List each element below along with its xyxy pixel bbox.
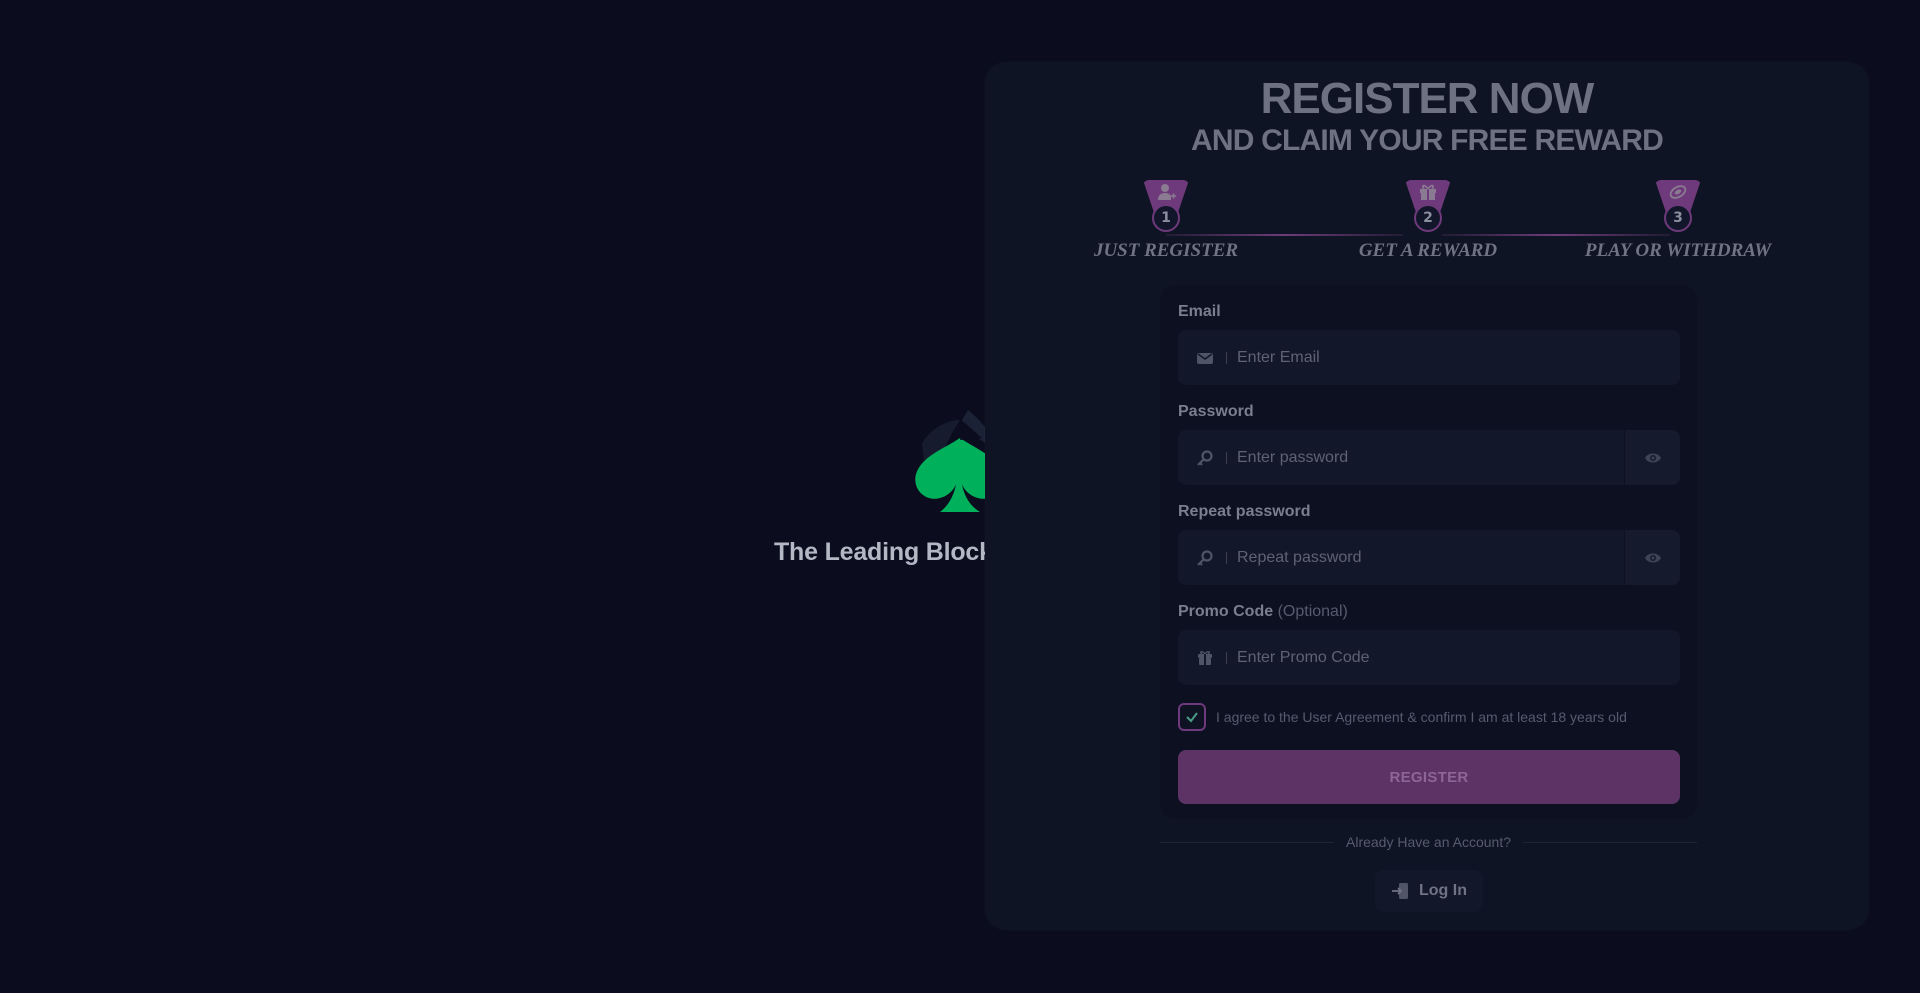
show-repeat-password-button[interactable] bbox=[1624, 530, 1680, 585]
login-door-icon bbox=[1392, 883, 1408, 899]
login-divider: Already Have an Account? bbox=[1160, 832, 1697, 852]
key-icon bbox=[1197, 449, 1213, 466]
user-add-icon bbox=[1158, 184, 1176, 200]
step-badge: 3 bbox=[1655, 180, 1701, 232]
password-label: Password bbox=[1178, 403, 1254, 420]
email-input[interactable] bbox=[1237, 330, 1680, 385]
login-label: Log In bbox=[1419, 882, 1467, 899]
key-icon bbox=[1197, 549, 1213, 566]
step-withdraw: 3 PLAY OR WITHDRAW bbox=[1558, 180, 1798, 262]
reward-steps: 1 JUST REGISTER 2 GET A REWARD 3 PLAY OR… bbox=[985, 180, 1869, 270]
envelope-icon bbox=[1197, 352, 1213, 364]
modal-subtitle: AND CLAIM YOUR FREE REWARD bbox=[1191, 124, 1664, 157]
promo-optional-text: (Optional) bbox=[1277, 603, 1348, 620]
step-label: GET A REWARD bbox=[1358, 240, 1498, 261]
step-number: 3 bbox=[1664, 204, 1692, 232]
register-modal: REGISTER NOW AND CLAIM YOUR FREE REWARD … bbox=[985, 62, 1869, 930]
step-reward: 2 GET A REWARD bbox=[1308, 180, 1548, 262]
repeat-password-input[interactable] bbox=[1237, 530, 1624, 585]
agree-checkbox[interactable] bbox=[1178, 703, 1206, 731]
step-number: 1 bbox=[1152, 204, 1180, 232]
step-number: 2 bbox=[1414, 204, 1442, 232]
step-badge: 2 bbox=[1405, 180, 1451, 232]
promo-input[interactable] bbox=[1237, 630, 1680, 685]
register-button[interactable]: REGISTER bbox=[1178, 750, 1680, 804]
promo-label-text: Promo Code bbox=[1178, 603, 1274, 620]
email-field[interactable] bbox=[1178, 330, 1680, 385]
step-badge: 1 bbox=[1143, 180, 1189, 232]
promo-field[interactable] bbox=[1178, 630, 1680, 685]
agree-text: I agree to the User Agreement & confirm … bbox=[1216, 709, 1627, 725]
agreement-row: I agree to the User Agreement & confirm … bbox=[1178, 703, 1627, 731]
already-account-text: Already Have an Account? bbox=[1346, 834, 1511, 850]
gift-box-icon bbox=[1198, 650, 1212, 665]
promo-label: Promo Code (Optional) bbox=[1178, 603, 1348, 621]
check-icon bbox=[1186, 712, 1198, 723]
step-register: 1 JUST REGISTER bbox=[1046, 180, 1286, 262]
repeat-password-field[interactable] bbox=[1178, 530, 1680, 585]
eye-icon bbox=[1644, 453, 1661, 462]
coins-icon bbox=[1669, 185, 1687, 199]
email-label: Email bbox=[1178, 303, 1221, 320]
show-password-button[interactable] bbox=[1624, 430, 1680, 485]
register-form: Email Password bbox=[1160, 285, 1697, 819]
step-label: JUST REGISTER bbox=[1093, 240, 1239, 261]
password-input[interactable] bbox=[1237, 430, 1624, 485]
step-label: PLAY OR WITHDRAW bbox=[1584, 240, 1772, 261]
password-field[interactable] bbox=[1178, 430, 1680, 485]
eye-icon bbox=[1644, 553, 1661, 562]
login-button[interactable]: Log In bbox=[1375, 870, 1483, 912]
repeat-password-label: Repeat password bbox=[1178, 503, 1311, 520]
gift-icon bbox=[1420, 184, 1436, 200]
modal-title: REGISTER NOW bbox=[1260, 74, 1595, 123]
